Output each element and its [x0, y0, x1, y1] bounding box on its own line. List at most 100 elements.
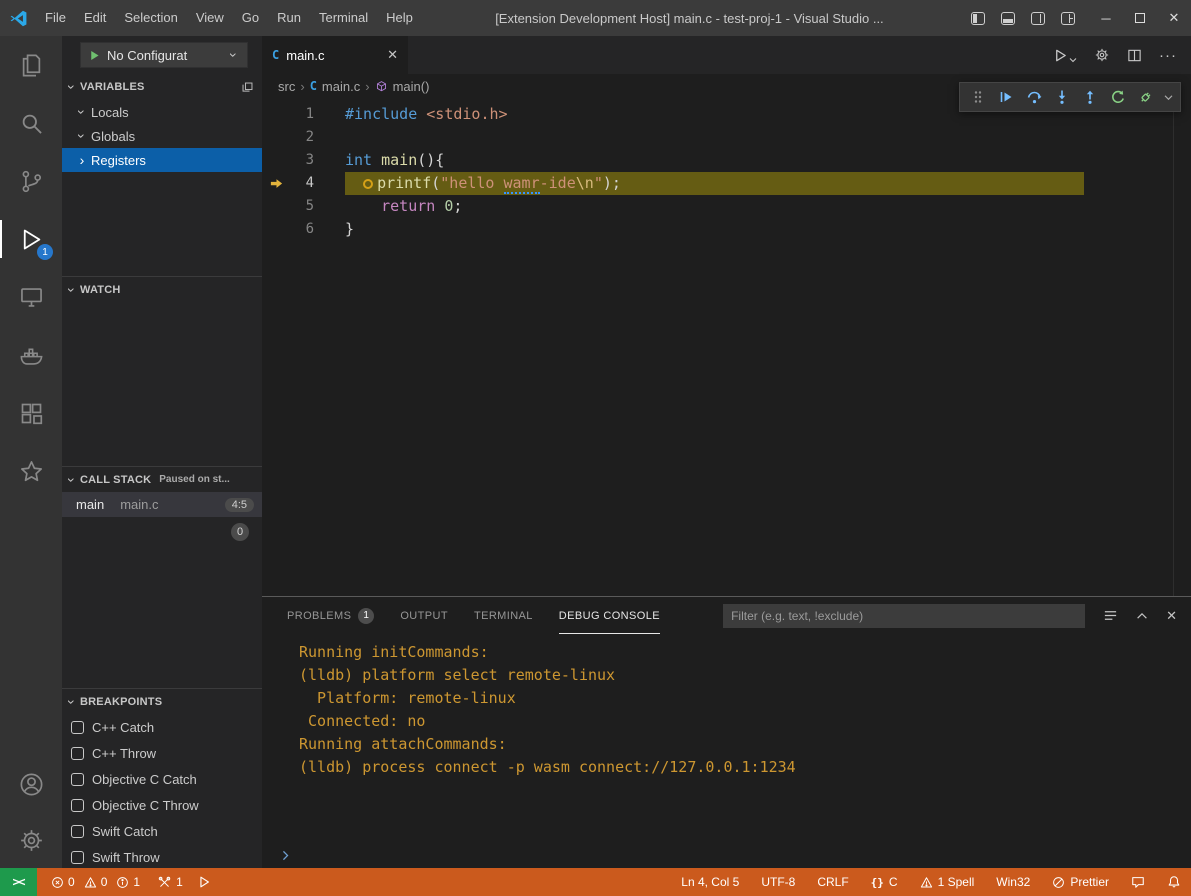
sidebar-item-extensions[interactable]	[0, 384, 62, 442]
line-number[interactable]: 5	[262, 195, 314, 218]
breakpoint-row[interactable]: C++ Catch	[62, 714, 262, 740]
breakpoint-row[interactable]: Swift Catch	[62, 818, 262, 844]
toggle-sidebar-icon[interactable]	[971, 12, 985, 25]
breakpoints-section-header[interactable]: › BREAKPOINTS	[62, 688, 262, 714]
code-line-2[interactable]: 2	[262, 126, 1191, 149]
breakpoint-row[interactable]: Swift Throw	[62, 844, 262, 868]
code-line-3[interactable]: 3int main(){	[262, 149, 1191, 172]
checkbox[interactable]	[71, 747, 84, 760]
feedback-button[interactable]	[1131, 875, 1145, 889]
variables-scope-locals[interactable]: ›Locals	[62, 100, 262, 124]
settings-button[interactable]	[0, 812, 62, 868]
line-number[interactable]: 1	[262, 103, 314, 126]
toolbar-drag-grip[interactable]	[965, 84, 991, 110]
run-file-button[interactable]	[1053, 48, 1077, 63]
notifications-button[interactable]	[1167, 875, 1181, 889]
call-stack-section-header[interactable]: › CALL STACK Paused on st...	[62, 466, 262, 492]
maximize-button[interactable]	[1123, 0, 1157, 36]
spell-checker-status[interactable]: 1 Spell	[920, 875, 975, 889]
code-editor[interactable]: 1#include <stdio.h>23int main(){4 printf…	[262, 98, 1191, 596]
more-actions-icon[interactable]: ···	[1159, 47, 1177, 64]
menu-help[interactable]: Help	[377, 0, 422, 36]
formatter-status[interactable]: Prettier	[1052, 875, 1109, 889]
continue-button[interactable]	[993, 84, 1019, 110]
code-line-5[interactable]: 5 return 0;	[262, 195, 1191, 218]
gear-icon[interactable]	[1094, 47, 1110, 63]
line-number[interactable]: 2	[262, 126, 314, 149]
menu-view[interactable]: View	[187, 0, 233, 36]
breakpoint-row[interactable]: Objective C Catch	[62, 766, 262, 792]
menu-selection[interactable]: Selection	[115, 0, 186, 36]
step-into-button[interactable]	[1049, 84, 1075, 110]
start-debug-icon[interactable]	[88, 49, 101, 62]
toggle-secondary-sidebar-icon[interactable]	[1031, 12, 1045, 25]
line-number[interactable]: 6	[262, 218, 314, 241]
close-tab-icon[interactable]: ✕	[387, 47, 398, 63]
sidebar-item-source-control[interactable]	[0, 152, 62, 210]
tools-status[interactable]: 1	[158, 875, 183, 889]
checkbox[interactable]	[71, 851, 84, 864]
panel-tab-output[interactable]: OUTPUT	[400, 597, 448, 634]
tab-main-c[interactable]: C main.c ✕	[262, 36, 408, 74]
filter-input[interactable]: Filter (e.g. text, !exclude)	[723, 604, 1085, 628]
debug-session-dropdown[interactable]	[1161, 84, 1175, 110]
checkbox[interactable]	[71, 773, 84, 786]
debug-status[interactable]	[197, 875, 211, 889]
menu-terminal[interactable]: Terminal	[310, 0, 377, 36]
close-panel-icon[interactable]: ✕	[1166, 608, 1177, 624]
line-number[interactable]: 3	[262, 149, 314, 172]
variables-scope-globals[interactable]: ›Globals	[62, 124, 262, 148]
breadcrumb-folder[interactable]: src	[278, 79, 295, 94]
problems-status[interactable]: 0 0 1	[51, 875, 144, 889]
panel-tab-debug-console[interactable]: DEBUG CONSOLE	[559, 597, 660, 634]
language-mode[interactable]: {} C	[871, 875, 898, 889]
step-out-button[interactable]	[1077, 84, 1103, 110]
code-line-6[interactable]: 6}	[262, 218, 1191, 241]
sidebar-item-explorer[interactable]	[0, 36, 62, 94]
debug-config-dropdown[interactable]: No Configurat ›	[80, 42, 248, 68]
copy-icon[interactable]	[241, 81, 254, 94]
panel-tab-problems[interactable]: PROBLEMS1	[287, 597, 374, 634]
menu-run[interactable]: Run	[268, 0, 310, 36]
debug-console[interactable]: Running initCommands:(lldb) platform sel…	[262, 634, 1191, 842]
menu-go[interactable]: Go	[233, 0, 268, 36]
checkbox[interactable]	[71, 799, 84, 812]
debug-console-input[interactable]	[262, 842, 1191, 868]
checkbox[interactable]	[71, 825, 84, 838]
step-over-button[interactable]	[1021, 84, 1047, 110]
code-line-4[interactable]: 4 printf("hello wamr-ide\n");	[262, 172, 1191, 195]
split-editor-icon[interactable]	[1127, 48, 1142, 63]
disconnect-button[interactable]	[1133, 84, 1159, 110]
restart-button[interactable]	[1105, 84, 1131, 110]
close-button[interactable]: ✕	[1157, 0, 1191, 36]
customize-layout-icon[interactable]	[1061, 12, 1075, 25]
breadcrumb-file[interactable]: main.c	[322, 79, 360, 94]
platform-indicator[interactable]: Win32	[996, 875, 1030, 889]
sidebar-item-run-and-debug[interactable]: 1	[0, 210, 62, 268]
watch-section-header[interactable]: › WATCH	[62, 276, 262, 302]
toggle-panel-icon[interactable]	[1001, 12, 1015, 25]
breadcrumb-symbol[interactable]: main()	[393, 79, 430, 94]
variables-scope-registers[interactable]: ›Registers	[62, 148, 262, 172]
variables-section-header[interactable]: › VARIABLES	[62, 74, 262, 100]
sidebar-item-docker[interactable]	[0, 326, 62, 384]
checkbox[interactable]	[71, 721, 84, 734]
sidebar-item-search[interactable]	[0, 94, 62, 152]
remote-indicator[interactable]: ><	[0, 868, 37, 896]
encoding-indicator[interactable]: UTF-8	[761, 875, 795, 889]
menu-file[interactable]: File	[36, 0, 75, 36]
sidebar-item-remote-explorer[interactable]	[0, 268, 62, 326]
call-stack-frame[interactable]: main main.c 4:5	[62, 492, 262, 517]
sidebar-item-star[interactable]	[0, 442, 62, 500]
breakpoint-row[interactable]: Objective C Throw	[62, 792, 262, 818]
menu-edit[interactable]: Edit	[75, 0, 115, 36]
breakpoint-row[interactable]: C++ Throw	[62, 740, 262, 766]
maximize-panel-icon[interactable]	[1135, 609, 1149, 623]
cursor-position[interactable]: Ln 4, Col 5	[681, 875, 739, 889]
output-filter-icon[interactable]	[1103, 608, 1118, 623]
eol-indicator[interactable]: CRLF	[817, 875, 848, 889]
accounts-button[interactable]	[0, 756, 62, 812]
minimize-button[interactable]: ─	[1089, 0, 1123, 36]
panel-tab-terminal[interactable]: TERMINAL	[474, 597, 533, 634]
inline-breakpoint-icon[interactable]	[363, 179, 373, 189]
